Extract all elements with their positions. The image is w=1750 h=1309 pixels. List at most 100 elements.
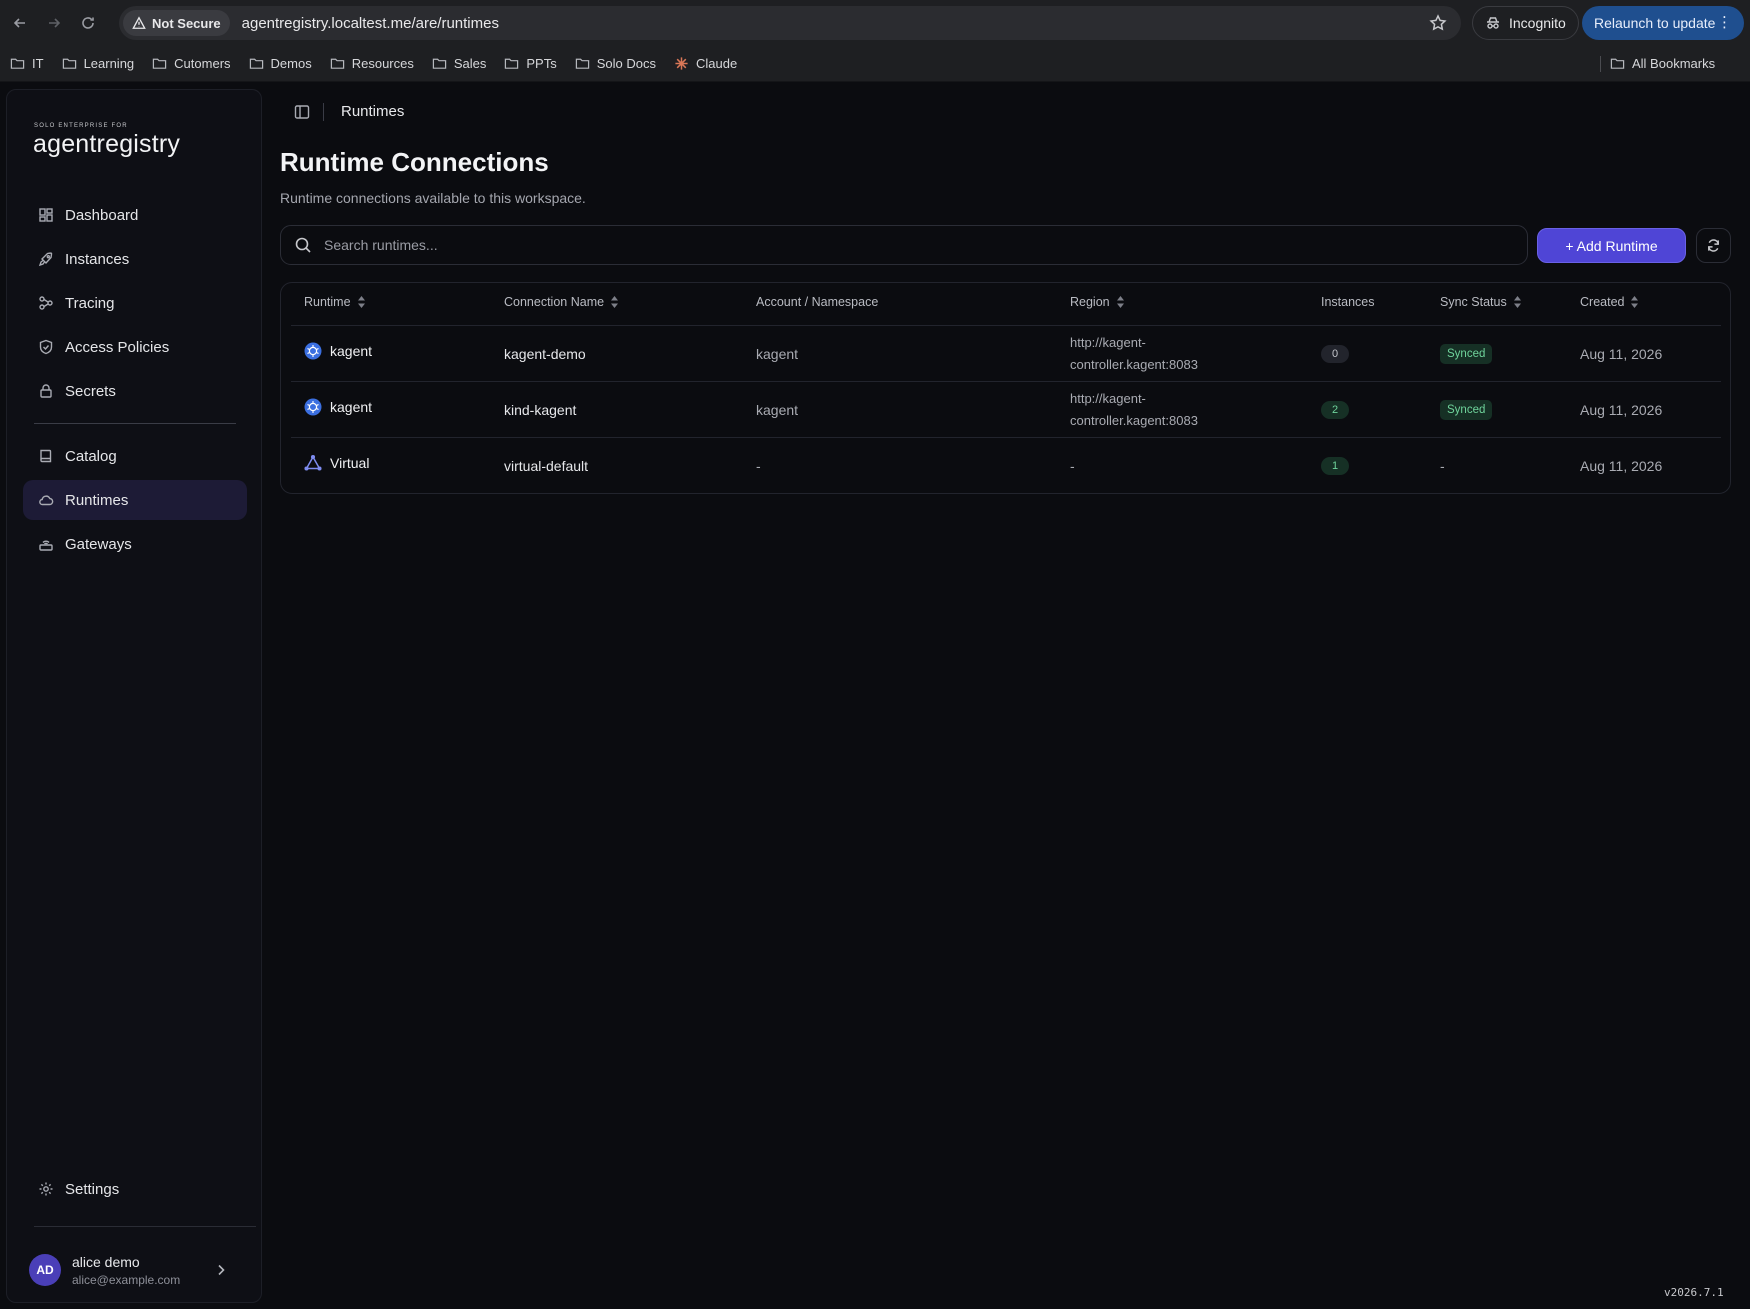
back-icon[interactable] [5,8,35,38]
sidebar-item-settings[interactable]: Settings [23,1169,247,1209]
folder-icon [10,58,25,69]
bookmark-cutomers[interactable]: Cutomers [152,56,231,71]
sidebar-item-runtimes[interactable]: Runtimes [23,480,247,520]
column-header-sync-status[interactable]: Sync Status [1440,295,1522,309]
incognito-icon [1487,17,1499,29]
refresh-icon [1708,239,1719,252]
relaunch-button[interactable]: Relaunch to update ⋮ [1582,6,1744,40]
claude-icon [675,57,688,70]
sidebar-item-gateways[interactable]: Gateways [23,524,247,564]
namespace: kagent [756,346,799,362]
sidebar-item-catalog[interactable]: Catalog [23,436,247,476]
nav-divider [34,423,236,424]
namespace: - [756,458,761,474]
security-chip[interactable]: Not Secure [123,10,230,36]
more-vert-icon: ⋮ [1717,14,1732,31]
column-header-created[interactable]: Created [1580,295,1639,309]
sort-icon [611,296,619,308]
avatar: AD [29,1254,61,1286]
instances-count: 0 [1321,345,1349,363]
bookmark-demos[interactable]: Demos [249,56,312,71]
column-header-connection-name[interactable]: Connection Name [504,295,619,309]
relaunch-label: Relaunch to update [1594,15,1716,31]
connection-name: kagent-demo [504,346,586,362]
version-label: v2026.7.1 [1664,1286,1724,1299]
warning-icon [132,16,146,29]
sidebar-item-secrets[interactable]: Secrets [23,371,247,411]
bookmark-it[interactable]: IT [10,56,44,71]
runtimes-table: Runtime Connection Name Account / Namesp… [280,282,1731,494]
brand-logo[interactable]: agentregistry [33,130,180,159]
rocket-icon [38,251,54,267]
kubernetes-icon [304,342,322,360]
refresh-button[interactable] [1696,228,1731,263]
instances-count: 2 [1321,401,1349,419]
chevron-right-icon [218,1264,225,1276]
region: http://kagent- controller.kagent:8083 [1070,335,1198,372]
bookmark-resources[interactable]: Resources [330,56,414,71]
breadcrumb: Runtimes [341,103,405,120]
breadcrumb-divider [323,103,324,121]
table-row[interactable]: kagent kind-kagent kagent http://kagent-… [291,381,1721,438]
bookmark-star-icon[interactable] [1429,14,1447,32]
all-bookmarks[interactable]: All Bookmarks [1610,46,1715,81]
sidebar-item-instances[interactable]: Instances [23,239,247,279]
region: http://kagent- controller.kagent:8083 [1070,391,1198,428]
sidebar-item-dashboard[interactable]: Dashboard [23,195,247,235]
sort-icon [357,296,365,308]
address-bar[interactable]: Not Secure agentregistry.localtest.me/ar… [119,6,1461,40]
page-subtitle: Runtime connections available to this wo… [280,190,586,206]
bookmark-learning[interactable]: Learning [62,56,134,71]
status-badge: Synced [1440,400,1493,420]
folder-icon [152,58,167,69]
sidebar-item-access-policies[interactable]: Access Policies [23,327,247,367]
sort-icon [1116,296,1124,308]
sidebar-toggle-icon[interactable] [294,104,310,120]
page-title: Runtime Connections [280,147,549,177]
user-email: alice@example.com [72,1272,181,1287]
triangle-icon [304,454,322,472]
runtime-cell: Virtual [304,454,369,472]
folder-icon [505,58,519,69]
column-header-instances: Instances [1321,295,1375,309]
runtime-cell: kagent [304,342,372,360]
url-text[interactable]: agentregistry.localtest.me/are/runtimes [242,15,499,32]
sort-icon [1513,296,1521,308]
table-row[interactable]: kagent kagent-demo kagent http://kagent-… [291,325,1721,382]
sidebar: SOLO ENTERPRISE FOR agentregistry Dashbo… [6,89,262,1303]
bookmark-claude[interactable]: Claude [674,56,737,71]
created-date: Aug 11, 2026 [1580,402,1663,418]
gear-icon [38,1181,54,1197]
security-label: Not Secure [152,15,221,31]
table-row[interactable]: Virtual virtual-default - - 1 - Aug 11, … [291,437,1721,494]
forward-icon[interactable] [39,8,69,38]
incognito-label: Incognito [1509,15,1566,31]
browser-toolbar: Not Secure agentregistry.localtest.me/ar… [0,0,1750,46]
dashboard-icon [38,207,54,223]
connection-name: kind-kagent [504,402,577,418]
search-input[interactable] [322,236,1506,254]
bookmark-ppts[interactable]: PPTs [504,56,557,71]
column-header-region[interactable]: Region [1070,295,1125,309]
sidebar-item-tracing[interactable]: Tracing [23,283,247,323]
user-menu[interactable]: AD alice demo alice@example.com [29,1250,249,1290]
column-header-runtime[interactable]: Runtime [304,295,366,309]
reload-icon[interactable] [73,8,103,38]
lock-icon [38,383,54,399]
book-icon [38,448,54,464]
add-runtime-button[interactable]: + Add Runtime [1537,228,1686,263]
brand-tagline: SOLO ENTERPRISE FOR [34,123,128,129]
bookmark-sales[interactable]: Sales [432,56,486,71]
region: - [1070,458,1075,474]
folder-icon [249,58,263,69]
bookmark-solo-docs[interactable]: Solo Docs [575,56,656,71]
connection-name: virtual-default [504,458,589,474]
folder-icon [1610,58,1625,69]
kubernetes-icon [304,398,322,416]
folder-icon [330,58,344,69]
incognito-indicator[interactable]: Incognito [1472,6,1579,40]
router-icon [38,536,54,552]
status-badge: Synced [1440,344,1493,364]
created-date: Aug 11, 2026 [1580,458,1663,474]
sort-icon [1631,296,1639,308]
